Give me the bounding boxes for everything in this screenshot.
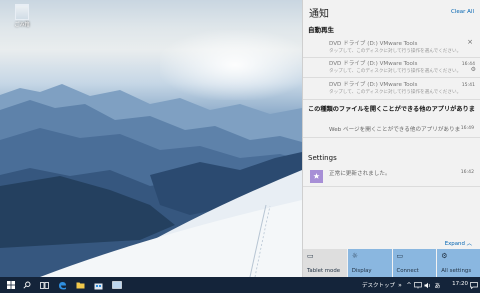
notification-time: 16:42 [460, 170, 474, 175]
edge-icon [58, 281, 66, 289]
chevron-up-icon: ︿ [466, 241, 472, 247]
input-method-icon[interactable]: あ [433, 279, 442, 291]
tablet-mode-tile[interactable]: ▭ Tablet mode [303, 249, 347, 277]
display-icon: ☼ [351, 252, 359, 260]
tile-label: Tablet mode [307, 268, 341, 274]
taskbar-clock[interactable]: 17:20 [452, 281, 468, 287]
settings-group-title: Settings [308, 154, 337, 162]
settings-app-icon [310, 170, 323, 183]
expand-label: Expand [444, 241, 465, 247]
store-icon [94, 283, 102, 289]
quick-actions: ▭ Tablet mode ☼ Display ▭ Connect ⚙ All … [303, 249, 480, 277]
divider [303, 77, 480, 78]
autoplay-notification[interactable]: DVD ドライブ (D:) VMware Tools タップして、このディスクに… [329, 39, 475, 54]
notification-subtitle: タップして、このディスクに対して行う操作を選んでください。 [329, 90, 462, 95]
file-explorer-button[interactable] [74, 279, 86, 291]
search-button[interactable] [21, 279, 33, 291]
notification-settings-icon[interactable]: ⚙ [471, 66, 476, 73]
gear-icon: ⚙ [441, 252, 448, 260]
action-center: 通知 Clear All 自動再生 × DVD ドライブ (D:) VMware… [302, 0, 480, 277]
toolbar-chevron-icon[interactable]: » [396, 279, 404, 291]
divider [303, 137, 480, 138]
notification-title: DVD ドライブ (D:) VMware Tools [329, 82, 418, 88]
recycle-bin-icon [15, 4, 29, 20]
autoplay-group-title: 自動再生 [308, 26, 334, 34]
tile-label: Connect [396, 268, 419, 274]
connect-tile[interactable]: ▭ Connect [392, 249, 437, 277]
autoplay-notification[interactable]: DVD ドライブ (D:) VMware Tools タップして、このディスクに… [329, 59, 475, 74]
divider [303, 99, 480, 100]
app-window-icon [112, 281, 122, 289]
notification-subtitle: タップして、このディスクに対して行う操作を選んでください。 [329, 69, 462, 74]
store-button[interactable] [92, 279, 104, 291]
task-view-icon [39, 281, 49, 289]
action-center-button[interactable] [470, 279, 478, 291]
open-with-notification-text[interactable]: この種類のファイルを開くことができる他のアプリがありま す。 [308, 104, 476, 113]
divider [303, 186, 480, 187]
start-button[interactable] [5, 279, 17, 291]
action-center-title: 通知 [309, 9, 329, 20]
autoplay-notification[interactable]: DVD ドライブ (D:) VMware Tools タップして、このディスクに… [329, 80, 475, 95]
volume-icon[interactable] [423, 279, 432, 291]
tile-label: Display [351, 268, 372, 274]
taskbar: デスクトップ » ^ あ 17:20 [0, 277, 480, 293]
hidden-icons-chevron-icon[interactable]: ^ [405, 279, 413, 291]
task-view-button[interactable] [38, 279, 50, 291]
notification-time: 16:49 [460, 126, 474, 131]
network-icon[interactable] [413, 279, 422, 291]
display-tile[interactable]: ☼ Display [347, 249, 392, 277]
notification-icon [470, 281, 478, 289]
recycle-bin[interactable]: ごみ箱 [8, 4, 36, 28]
notification-title: DVD ドライブ (D:) VMware Tools [329, 41, 418, 47]
divider [303, 57, 480, 58]
desktop-toolbar-label[interactable]: デスクトップ [362, 281, 395, 289]
notification-title: DVD ドライブ (D:) VMware Tools [329, 61, 418, 67]
clear-all-link[interactable]: Clear All [451, 9, 474, 15]
running-app-button[interactable] [110, 279, 124, 291]
expand-quick-actions-link[interactable]: Expand ︿ [445, 239, 472, 247]
recycle-bin-label: ごみ箱 [14, 22, 30, 28]
tile-label: All settings [441, 268, 472, 274]
search-icon [23, 281, 31, 289]
folder-icon [76, 282, 84, 289]
web-page-notification-text[interactable]: Web ページを開くことができる他のアプリがありま [329, 125, 475, 133]
notification-subtitle: タップして、このディスクに対して行う操作を選んでください。 [329, 49, 462, 54]
tablet-mode-icon: ▭ [307, 252, 314, 260]
notification-time: 15:41 [461, 83, 475, 88]
edge-browser-button[interactable] [56, 279, 68, 291]
all-settings-tile[interactable]: ⚙ All settings [437, 249, 480, 277]
connect-icon: ▭ [396, 252, 404, 260]
windows-logo-icon [7, 281, 15, 289]
settings-notification-text[interactable]: 正常に更新されました。 [329, 169, 391, 177]
